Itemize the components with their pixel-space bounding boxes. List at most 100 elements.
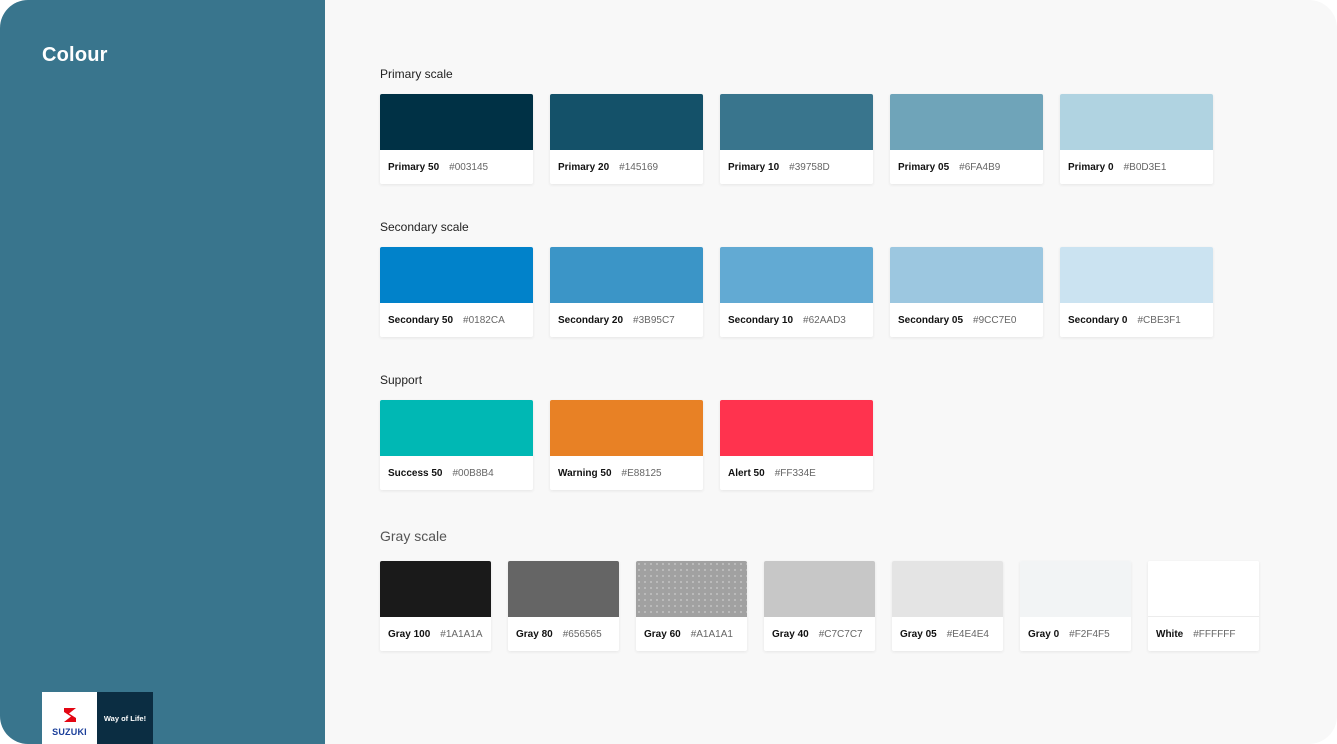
color-swatch-card: Gray 05 #E4E4E4	[892, 561, 1003, 651]
swatch-hex: #C7C7C7	[818, 628, 863, 640]
color-swatch-card: Primary 0 #B0D3E1	[1060, 94, 1213, 184]
tagline-box: Way of Life!	[97, 692, 153, 744]
swatch-meta: Secondary 10 #62AAD3	[720, 303, 873, 337]
swatch-name: Primary 20	[558, 161, 610, 173]
color-swatch-card: Secondary 05 #9CC7E0	[890, 247, 1043, 337]
color-swatch	[636, 561, 747, 617]
swatch-hex: #FFFFFF	[1193, 628, 1236, 640]
swatch-meta: Secondary 0 #CBE3F1	[1060, 303, 1213, 337]
color-swatch	[720, 247, 873, 303]
swatch-meta: Alert 50 #FF334E	[720, 456, 873, 490]
color-swatch-card: Gray 40 #C7C7C7	[764, 561, 875, 651]
swatch-hex: #B0D3E1	[1123, 161, 1167, 173]
color-swatch	[550, 94, 703, 150]
swatch-meta: Gray 60 #A1A1A1	[636, 617, 747, 651]
color-swatch-card: Primary 10 #39758D	[720, 94, 873, 184]
color-swatch-card: Warning 50 #E88125	[550, 400, 703, 490]
color-swatch	[380, 400, 533, 456]
color-swatch-card: Primary 50 #003145	[380, 94, 533, 184]
sidebar: Colour SUZUKI Way of Life!	[0, 0, 325, 744]
swatch-meta: Warning 50 #E88125	[550, 456, 703, 490]
swatch-hex: #9CC7E0	[973, 314, 1017, 326]
color-swatch-card: Alert 50 #FF334E	[720, 400, 873, 490]
swatch-hex: #145169	[619, 161, 659, 173]
colour-page: Colour SUZUKI Way of Life! Primary scale…	[0, 0, 1337, 744]
swatch-hex: #1A1A1A	[440, 628, 483, 640]
tagline: Way of Life!	[103, 713, 147, 723]
swatch-meta: Primary 10 #39758D	[720, 150, 873, 184]
swatch-name: Primary 0	[1068, 161, 1114, 173]
swatch-hex: #003145	[449, 161, 489, 173]
swatch-meta: Primary 0 #B0D3E1	[1060, 150, 1213, 184]
swatch-name: Primary 50	[388, 161, 440, 173]
swatch-meta: Gray 100 #1A1A1A	[380, 617, 491, 651]
color-swatch-card: Secondary 10 #62AAD3	[720, 247, 873, 337]
swatch-name: Gray 60	[644, 628, 681, 640]
swatch-name: Primary 10	[728, 161, 780, 173]
swatch-meta: Primary 20 #145169	[550, 150, 703, 184]
swatch-meta: Secondary 50 #0182CA	[380, 303, 533, 337]
color-swatch	[1020, 561, 1131, 617]
swatch-hex: #656565	[562, 628, 602, 640]
color-swatch-card: Gray 60 #A1A1A1	[636, 561, 747, 651]
swatch-meta: Secondary 20 #3B95C7	[550, 303, 703, 337]
color-swatch	[1060, 94, 1213, 150]
logo-wordmark: SUZUKI	[52, 727, 87, 737]
swatch-name: White	[1156, 628, 1184, 640]
color-swatch	[764, 561, 875, 617]
swatch-name: Secondary 50	[388, 314, 454, 326]
swatch-name: Secondary 20	[558, 314, 624, 326]
swatch-meta: Gray 05 #E4E4E4	[892, 617, 1003, 651]
color-swatch-card: Secondary 50 #0182CA	[380, 247, 533, 337]
swatch-meta: Success 50 #00B8B4	[380, 456, 533, 490]
swatch-hex: #0182CA	[463, 314, 505, 326]
color-swatch-card: Secondary 0 #CBE3F1	[1060, 247, 1213, 337]
primary-scale-title: Primary scale	[380, 67, 453, 81]
swatch-hex: #3B95C7	[633, 314, 675, 326]
swatch-name: Secondary 0	[1068, 314, 1128, 326]
swatch-name: Gray 0	[1028, 628, 1060, 640]
color-swatch	[1148, 561, 1259, 617]
suzuki-logo: SUZUKI	[42, 692, 97, 744]
color-swatch-card: Secondary 20 #3B95C7	[550, 247, 703, 337]
secondary-scale-title: Secondary scale	[380, 220, 469, 234]
swatch-name: Primary 05	[898, 161, 950, 173]
swatch-meta: Gray 80 #656565	[508, 617, 619, 651]
color-swatch	[720, 94, 873, 150]
color-swatch-card: Gray 0 #F2F4F5	[1020, 561, 1131, 651]
swatch-name: Success 50	[388, 467, 443, 479]
swatch-hex: #62AAD3	[803, 314, 846, 326]
color-swatch-card: Gray 80 #656565	[508, 561, 619, 651]
swatch-meta: Primary 05 #6FA4B9	[890, 150, 1043, 184]
swatch-hex: #6FA4B9	[959, 161, 1001, 173]
swatch-hex: #A1A1A1	[690, 628, 733, 640]
color-swatch-card: Gray 100 #1A1A1A	[380, 561, 491, 651]
swatch-meta: Primary 50 #003145	[380, 150, 533, 184]
swatch-name: Gray 05	[900, 628, 937, 640]
color-swatch	[1060, 247, 1213, 303]
color-swatch	[720, 400, 873, 456]
color-swatch-card: White #FFFFFF	[1148, 561, 1259, 651]
swatch-name: Alert 50	[728, 467, 765, 479]
swatch-name: Warning 50	[558, 467, 612, 479]
swatch-meta: Gray 40 #C7C7C7	[764, 617, 875, 651]
color-swatch-card: Success 50 #00B8B4	[380, 400, 533, 490]
color-swatch-card: Primary 05 #6FA4B9	[890, 94, 1043, 184]
color-swatch	[890, 94, 1043, 150]
gray-scale-title: Gray scale	[380, 528, 447, 544]
color-swatch	[380, 247, 533, 303]
swatch-meta: White #FFFFFF	[1148, 617, 1259, 651]
swatch-hex: #39758D	[789, 161, 830, 173]
swatch-hex: #CBE3F1	[1137, 314, 1181, 326]
swatch-hex: #F2F4F5	[1069, 628, 1110, 640]
swatch-hex: #00B8B4	[452, 467, 494, 479]
color-swatch	[550, 400, 703, 456]
swatch-name: Secondary 10	[728, 314, 794, 326]
color-swatch	[508, 561, 619, 617]
color-swatch	[380, 94, 533, 150]
swatch-hex: #E4E4E4	[946, 628, 989, 640]
color-swatch	[380, 561, 491, 617]
swatch-meta: Secondary 05 #9CC7E0	[890, 303, 1043, 337]
support-title: Support	[380, 373, 423, 387]
swatch-name: Secondary 05	[898, 314, 964, 326]
